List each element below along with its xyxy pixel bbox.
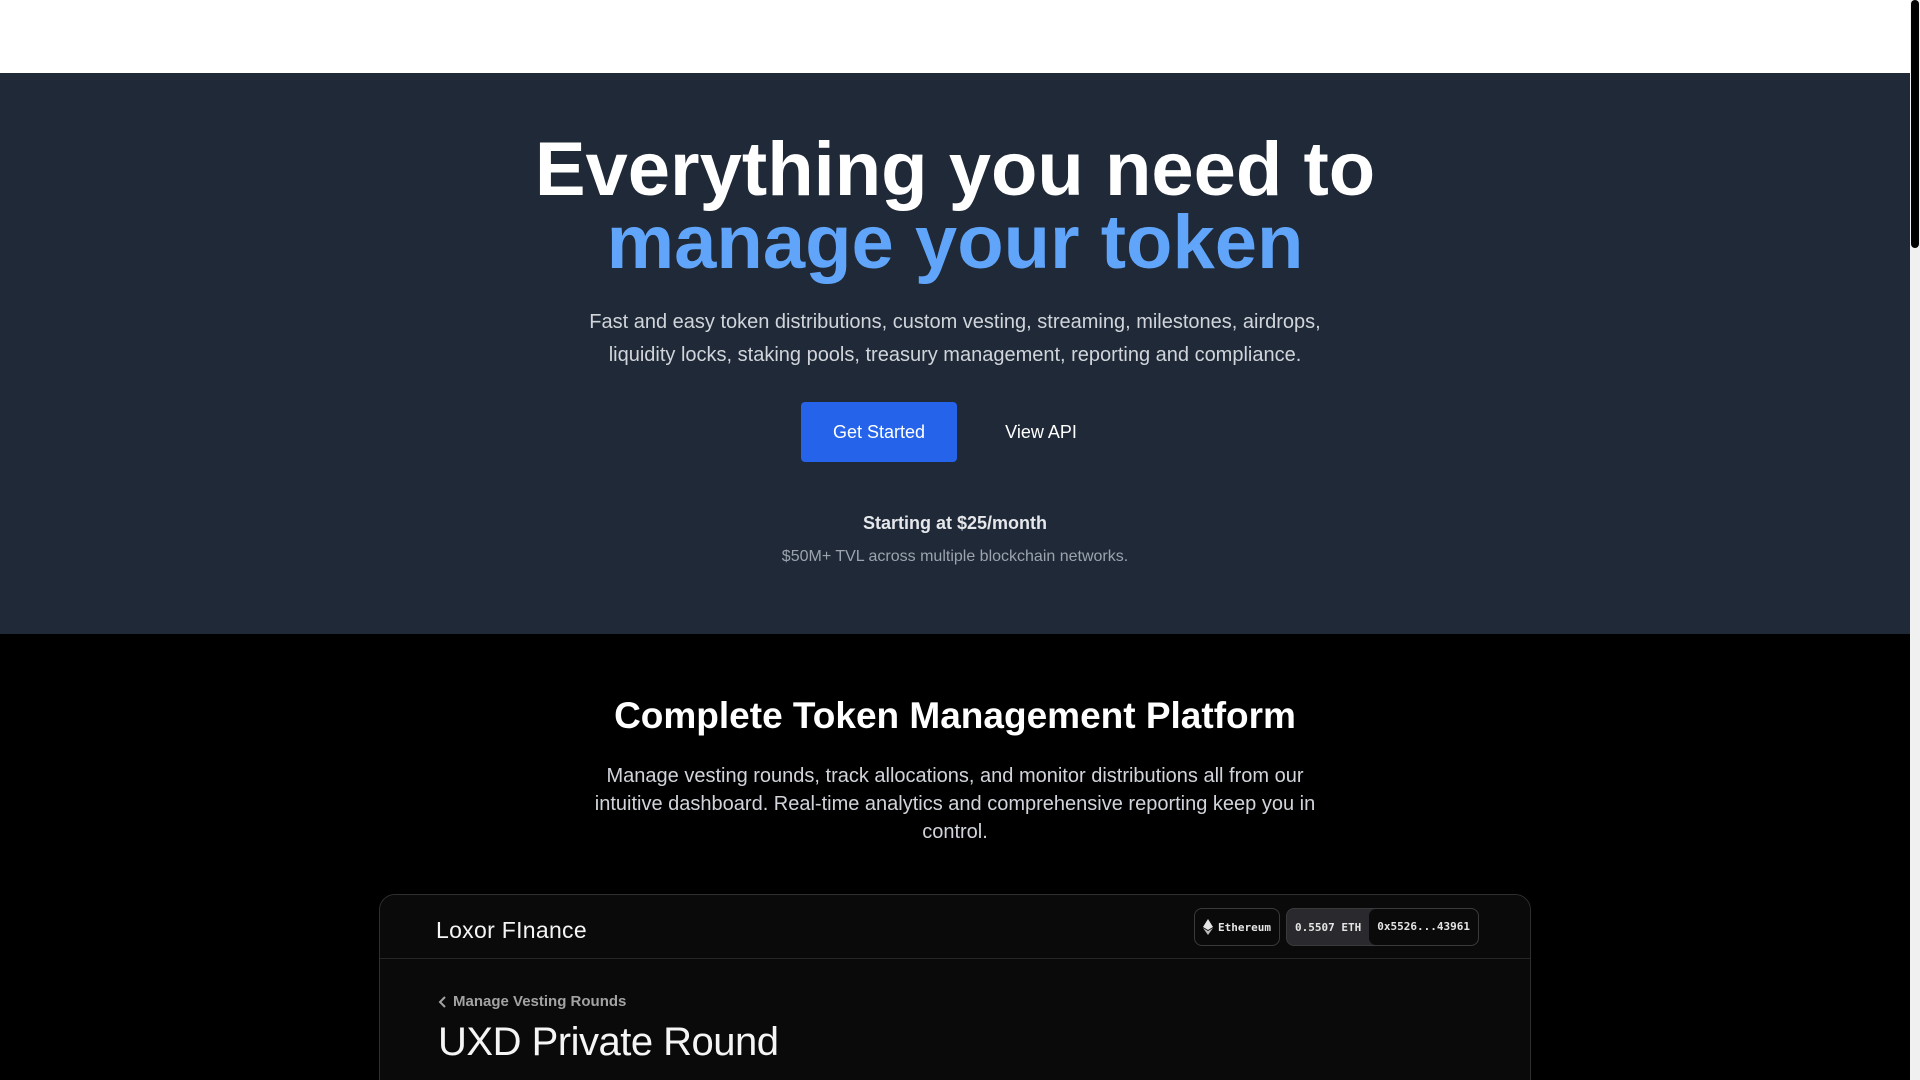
wallet-address: 0x5526...43961: [1369, 909, 1478, 945]
hero-section: Everything you need to manage your token…: [0, 73, 1910, 634]
platform-description: Manage vesting rounds, track allocations…: [594, 765, 1316, 843]
page-scrollbar[interactable]: [1910, 0, 1920, 1080]
tvl-text: $50M+ TVL across multiple blockchain net…: [781, 548, 1129, 565]
vesting-round-title: UXD Private Round: [438, 1020, 779, 1064]
platform-title: Complete Token Management Platform: [614, 695, 1296, 736]
top-nav-bar: [0, 0, 1910, 73]
scrollbar-thumb[interactable]: [1911, 0, 1919, 248]
page-viewport: Everything you need to manage your token…: [0, 0, 1910, 1080]
hero-title: Everything you need to manage your token: [0, 132, 1910, 285]
dashboard-header: Loxor FInance Ethereum 0.5507 ETH 0x5526…: [380, 895, 1530, 959]
brand-logo-text[interactable]: Loxor FInance: [436, 917, 587, 944]
back-link-label: Manage Vesting Rounds: [453, 993, 627, 1010]
wallet-balance: 0.5507 ETH: [1295, 920, 1362, 934]
chevron-left-icon: [438, 995, 446, 1008]
network-selector[interactable]: Ethereum: [1194, 908, 1280, 946]
pricing-text: Starting at $25/month: [862, 513, 1048, 533]
view-api-link[interactable]: View API: [981, 402, 1101, 462]
hero-title-highlight: manage your token: [606, 200, 1304, 285]
hero-subtitle: Fast and easy token distributions, custo…: [589, 311, 1321, 366]
ethereum-icon: [1203, 919, 1213, 935]
get-started-button[interactable]: Get Started: [801, 402, 957, 462]
network-label: Ethereum: [1218, 920, 1271, 934]
wallet-button[interactable]: 0.5507 ETH 0x5526...43961: [1286, 908, 1479, 946]
dashboard-preview: Loxor FInance Ethereum 0.5507 ETH 0x5526…: [379, 894, 1531, 1080]
back-to-vesting-rounds-link[interactable]: Manage Vesting Rounds: [438, 993, 626, 1010]
